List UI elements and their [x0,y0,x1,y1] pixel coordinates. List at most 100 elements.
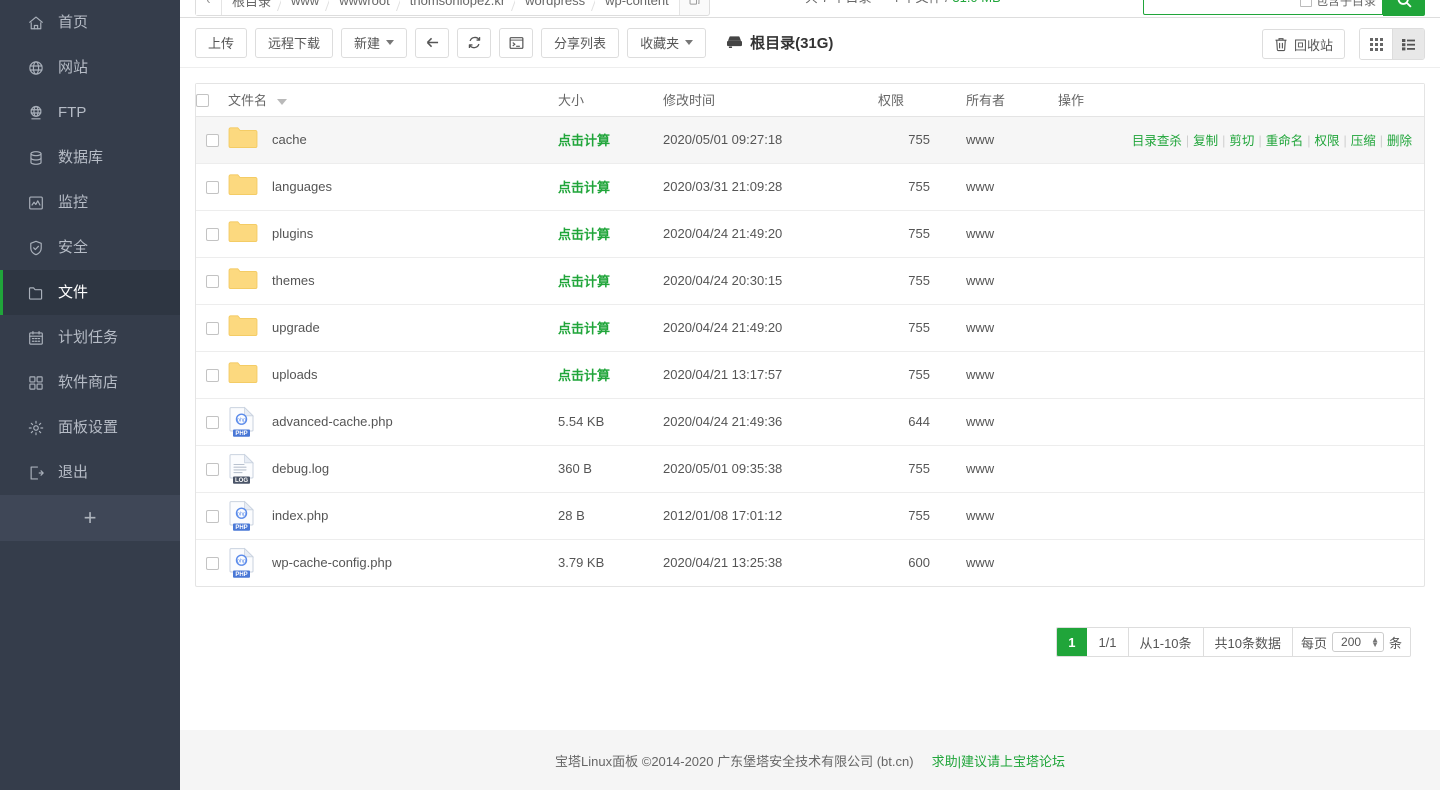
sidebar-item-10[interactable]: 面板设置 [0,405,180,450]
row-permission[interactable]: 600 [878,539,948,586]
table-row[interactable]: cache 点击计算 2020/05/01 09:27:18 755 www 目录查杀… [196,116,1424,164]
row-op-5[interactable]: 压缩 [1351,134,1376,148]
header-owner[interactable]: 所有者 [948,84,1058,117]
row-permission[interactable]: 755 [878,116,948,164]
upload-button[interactable]: 上传 [195,27,248,58]
row-filename[interactable]: plugins [272,226,313,241]
table-row[interactable]: languages 点击计算 2020/03/31 21:09:28 755 www [196,163,1424,211]
row-checkbox[interactable] [205,134,219,148]
row-filename[interactable]: wp-cache-config.php [272,555,392,570]
calc-size-link[interactable]: 点击计算 [558,180,610,195]
calc-size-link[interactable]: 点击计算 [558,227,610,242]
breadcrumb-item[interactable]: 根目录 [222,0,282,15]
breadcrumb-item[interactable]: wp-content [595,0,679,15]
table-row[interactable]: LOG debug.log 360 B 2020/05/01 09:35:38 7… [196,445,1424,493]
grid-view-button[interactable] [1360,29,1392,59]
row-permission[interactable]: 755 [878,304,948,352]
sidebar-item-6[interactable]: 安全 [0,225,180,270]
table-row[interactable]: php PHP advanced-cache.php 5.54 KB 2020/… [196,398,1424,446]
sidebar-item-7[interactable]: 文件 [0,270,180,315]
favorites-button[interactable]: 收藏夹 [627,27,707,58]
breadcrumb-item[interactable]: wwwroot [329,0,400,15]
row-permission[interactable]: 755 [878,163,948,211]
row-permission[interactable]: 755 [878,210,948,258]
table-row[interactable]: php PHP wp-cache-config.php 3.79 KB 2020… [196,539,1424,586]
row-filename[interactable]: index.php [272,508,328,523]
sidebar-item-5[interactable]: 监控 [0,180,180,225]
share-list-button[interactable]: 分享列表 [541,27,620,58]
header-permission[interactable]: 权限 [878,84,948,117]
breadcrumb-item[interactable]: wordpress [515,0,596,15]
sidebar-item-8[interactable]: 计划任务 [0,315,180,360]
remote-download-button[interactable]: 远程下载 [255,27,334,58]
row-name-cell: LOG debug.log [228,445,558,493]
header-filename[interactable]: 文件名 [228,84,558,117]
sort-descending-icon[interactable] [276,98,287,105]
search-button[interactable] [1383,0,1425,16]
breadcrumb-item[interactable]: thomsonlopez.kr [399,0,516,15]
sidebar-add-button[interactable]: + [0,495,180,541]
row-checkbox[interactable] [205,416,219,430]
new-button[interactable]: 新建 [341,27,408,58]
sidebar-item-11[interactable]: 退出 [0,450,180,495]
row-op-2[interactable]: 剪切 [1229,134,1254,148]
sidebar-item-1[interactable]: 首页 [0,0,180,45]
row-permission[interactable]: 755 [878,257,948,305]
stepper-arrows-icon[interactable]: ▲ ▼ [1371,636,1379,649]
row-permission[interactable]: 755 [878,492,948,540]
breadcrumb-item[interactable]: www [281,0,330,15]
row-filename[interactable]: languages [272,179,332,194]
row-permission[interactable]: 644 [878,398,948,446]
row-op-6[interactable]: 删除 [1387,134,1412,148]
recycle-bin-button[interactable]: 回收站 [1261,29,1345,59]
row-op-0[interactable]: 目录查杀 [1132,134,1182,148]
table-row[interactable]: plugins 点击计算 2020/04/24 21:49:20 755 www [196,210,1424,258]
table-row[interactable]: uploads 点击计算 2020/04/21 13:17:57 755 www [196,351,1424,399]
calc-size-link[interactable]: 点击计算 [558,133,610,148]
breadcrumb-back-button[interactable]: ‹ [196,0,222,15]
copy-icon[interactable] [678,0,709,15]
footer-forum-link[interactable]: 求助|建议请上宝塔论坛 [932,751,1065,770]
table-row[interactable]: upgrade 点击计算 2020/04/24 21:49:20 755 www [196,304,1424,352]
row-filename[interactable]: uploads [272,367,318,382]
calc-size-link[interactable]: 点击计算 [558,368,610,383]
row-filename[interactable]: debug.log [272,461,329,476]
refresh-button[interactable] [457,27,492,58]
include-subdir-checkbox[interactable]: 包含子目录 [1299,0,1376,9]
row-checkbox[interactable] [205,275,219,289]
header-mtime[interactable]: 修改时间 [663,84,878,117]
row-filename[interactable]: upgrade [272,320,320,335]
sidebar-item-3[interactable]: FTP [0,90,180,135]
terminal-button[interactable] [499,27,534,58]
row-checkbox[interactable] [205,322,219,336]
row-op-1[interactable]: 复制 [1193,134,1218,148]
calc-size-link[interactable]: 点击计算 [558,274,610,289]
row-checkbox[interactable] [205,557,219,571]
row-checkbox[interactable] [205,228,219,242]
row-checkbox[interactable] [205,369,219,383]
back-button[interactable] [415,27,450,58]
table-row[interactable]: themes 点击计算 2020/04/24 20:30:15 755 www [196,257,1424,305]
checkbox-square[interactable] [1299,0,1312,7]
calc-size-link[interactable]: 点击计算 [558,321,610,336]
per-page-stepper[interactable]: 200 ▲ ▼ [1332,632,1384,652]
row-permission[interactable]: 755 [878,351,948,399]
row-permission[interactable]: 755 [878,445,948,493]
page-current[interactable]: 1 [1057,628,1088,656]
sidebar-item-2[interactable]: 网站 [0,45,180,90]
row-op-3[interactable]: 重命名 [1266,134,1304,148]
row-filename[interactable]: advanced-cache.php [272,414,393,429]
row-checkbox[interactable] [205,181,219,195]
row-filename[interactable]: themes [272,273,315,288]
row-checkbox[interactable] [205,463,219,477]
row-checkbox[interactable] [205,510,219,524]
select-all-checkbox[interactable] [196,94,209,108]
list-view-button[interactable] [1392,29,1424,59]
row-filename[interactable]: cache [272,132,307,147]
table-row[interactable]: php PHP index.php 28 B 2012/01/08 17:01:… [196,492,1424,540]
sidebar-item-9[interactable]: 软件商店 [0,360,180,405]
row-op-4[interactable]: 权限 [1314,134,1339,148]
sidebar-item-4[interactable]: 数据库 [0,135,180,180]
header-size[interactable]: 大小 [558,84,663,117]
header-operations: 操作 [1058,84,1424,117]
